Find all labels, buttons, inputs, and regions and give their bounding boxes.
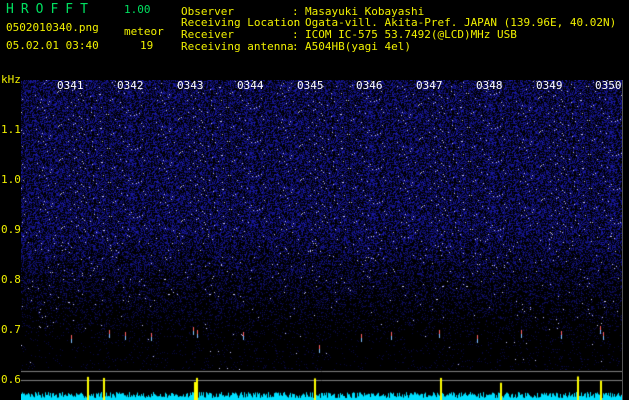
info-value-antenna: A504HB(yagi 4el) [305, 40, 411, 53]
info-value-location: Ogata-vill. Akita-Pref. JAPAN (139.96E, … [305, 16, 617, 29]
info-colon: : [292, 16, 299, 29]
spectrogram-canvas [21, 80, 622, 370]
datetime: 05.02.01 03:40 [6, 39, 99, 52]
time-tick: 0342 [117, 79, 144, 92]
info-label-receiver: Receiver [181, 28, 234, 41]
freq-tick: 1.1 [1, 123, 21, 136]
freq-tick: 0.9 [1, 223, 21, 236]
meteor-signal-panel [21, 370, 622, 400]
time-tick: 0350 [595, 79, 622, 92]
time-tick: 0349 [536, 79, 563, 92]
freq-tick: 0.8 [1, 273, 21, 286]
freq-tick: 1.0 [1, 173, 21, 186]
meteor-count: 19 [140, 39, 154, 52]
info-colon: : [292, 40, 299, 53]
app-version: 1.00 [124, 3, 151, 16]
time-tick: 0341 [57, 79, 84, 92]
time-tick: 0347 [416, 79, 443, 92]
info-label-antenna: Receiving antenna [181, 40, 294, 53]
info-value-receiver: ICOM IC-575 53.7492(@LCD)MHz USB [305, 28, 517, 41]
time-tick: 0345 [297, 79, 324, 92]
time-tick: 0343 [177, 79, 204, 92]
freq-tick: 0.6 [1, 373, 21, 386]
meteor-label: meteor [124, 25, 164, 38]
info-label-location: Receiving Location [181, 16, 301, 29]
freq-tick: 0.7 [1, 323, 21, 336]
freq-unit-label: kHz [1, 73, 21, 86]
time-tick: 0348 [476, 79, 503, 92]
file-name: 0502010340.png [6, 21, 99, 34]
info-colon: : [292, 28, 299, 41]
time-tick: 0344 [237, 79, 264, 92]
plot-border [622, 80, 623, 400]
app-title: HROFFT [6, 2, 95, 17]
time-tick: 0346 [356, 79, 383, 92]
